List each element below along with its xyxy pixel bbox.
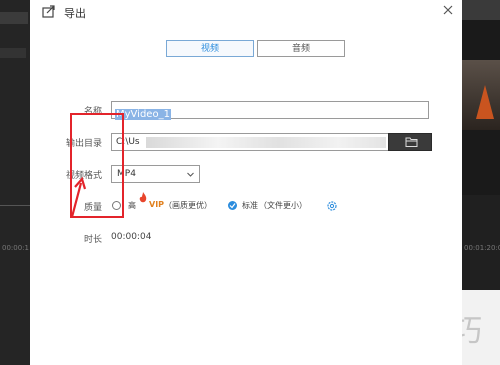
- quality-standard-radio[interactable]: [228, 201, 237, 210]
- check-icon: [229, 203, 236, 209]
- quality-high-note: （画质更优）: [164, 201, 212, 210]
- vip-badge: VIP: [149, 200, 165, 209]
- chevron-down-icon: [187, 172, 194, 177]
- browse-folder-button[interactable]: [388, 133, 432, 151]
- quality-standard-label: 标准: [242, 201, 258, 210]
- tab-video[interactable]: 视频: [166, 40, 254, 57]
- export-dialog: 导出 视频 音频 名称 MyVideo_1 输出目录 C:\Us 视频格式 MP…: [30, 0, 462, 365]
- tab-audio[interactable]: 音频: [257, 40, 345, 57]
- traffic-cone-image: [476, 85, 494, 119]
- editor-toolbar-strip: [0, 12, 28, 24]
- editor-background-right: 00:01:20:0: [462, 0, 500, 290]
- export-icon: [42, 5, 55, 18]
- output-dir-input[interactable]: C:\Us: [111, 133, 390, 151]
- tab-bar: 视频 音频: [166, 40, 345, 57]
- timeline-ruler: [0, 205, 30, 206]
- annotation-arrow-icon: [70, 176, 87, 218]
- folder-icon: [405, 137, 418, 147]
- format-select[interactable]: MP4: [111, 165, 200, 183]
- dialog-title: 导出: [64, 7, 86, 20]
- timeline-timecode-right: 00:01:20:0: [464, 244, 500, 252]
- editor-background-left: 00:00:1: [0, 0, 30, 365]
- timeline-area: [462, 195, 500, 290]
- timeline-timecode-left: 00:00:1: [2, 244, 29, 252]
- quality-standard-note: （文件更小）: [259, 201, 307, 210]
- flame-icon: [139, 192, 147, 203]
- quality-high-label: 高: [128, 201, 136, 210]
- close-icon[interactable]: [440, 2, 456, 18]
- duration-value: 00:00:04: [111, 232, 152, 242]
- editor-toolbar-strip-right: [462, 0, 500, 20]
- name-input[interactable]: MyVideo_1: [111, 101, 429, 120]
- editor-panel-strip: [0, 48, 26, 58]
- gear-icon[interactable]: [326, 200, 338, 212]
- blurred-path: [146, 137, 386, 148]
